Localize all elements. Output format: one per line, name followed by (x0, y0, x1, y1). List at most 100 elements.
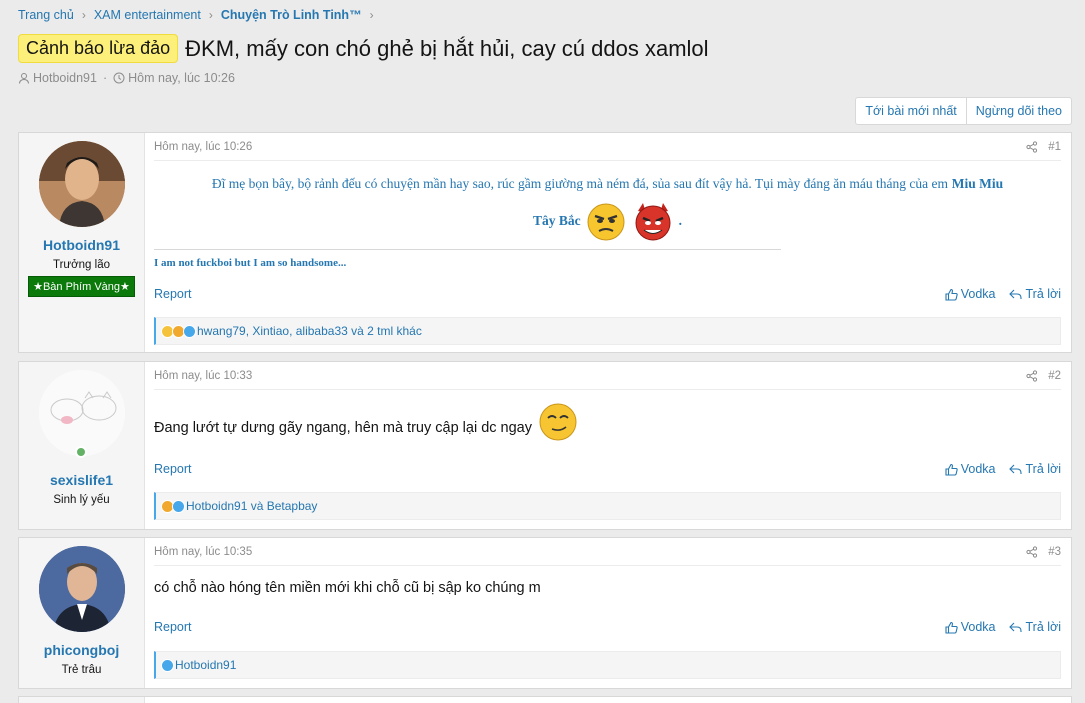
reply-button[interactable]: Trả lời (1009, 462, 1061, 476)
thumbs-up-icon (945, 288, 958, 301)
signature: I am not fuckboi but I am so handsome... (154, 257, 347, 269)
like-button[interactable]: Vodka (945, 620, 996, 634)
reply-button[interactable]: Trả lời (1009, 620, 1061, 634)
like-button[interactable]: Vodka (945, 287, 996, 301)
post-body: Đĩ mẹ bọn bây, bộ rảnh đếu có chuyện mần… (154, 161, 1061, 241)
post-actions: Report Vodka Trả lời (154, 287, 1061, 301)
post-timestamp[interactable]: Hôm nay, lúc 10:35 (154, 546, 252, 558)
post-body-period: . (678, 212, 682, 228)
post-main: Hôm nay, lúc 10:33 #2 Đang lướt tự dưng … (145, 362, 1071, 529)
post-user-panel: Hotboidn91 Trưởng lão ★Bàn Phím Vàng★ (19, 133, 145, 352)
thread-date: Hôm nay, lúc 10:26 (128, 71, 235, 85)
reply-button[interactable]: Trả lời (1009, 287, 1061, 301)
post-body: có chỗ nào hóng tên miền mới khi chỗ cũ … (154, 580, 1061, 596)
post-user-panel (19, 697, 145, 703)
user-title: Trẻ trâu (61, 664, 102, 676)
post-body-text: Đang lướt tự dưng gãy ngang, hên mà truy… (154, 420, 532, 436)
post-3: phicongboj Trẻ trâu Hôm nay, lúc 10:35 #… (18, 537, 1072, 689)
devil-smiley-icon (635, 202, 671, 241)
reactions-text: hwang79, Xintiao, alibaba33 và 2 tml khá… (197, 324, 422, 338)
post-header: Hôm nay, lúc 10:26 #1 (154, 133, 1061, 161)
share-icon[interactable] (1026, 140, 1038, 153)
share-icon[interactable] (1026, 369, 1038, 382)
breadcrumb-forum[interactable]: Chuyện Trò Linh Tinh™ (221, 8, 362, 22)
reactions-bar[interactable]: Hotboidn91 (154, 651, 1061, 679)
thread-author-link[interactable]: Hotboidn91 (33, 71, 97, 85)
thread-prefix-badge[interactable]: Cảnh báo lừa đảo (18, 34, 179, 63)
share-icon[interactable] (1026, 545, 1038, 558)
reactions-bar[interactable]: Hotboidn91 và Betapbay (154, 492, 1061, 520)
post-2: sexislife1 Sinh lý yếu Hôm nay, lúc 10:3… (18, 361, 1072, 530)
like-label: Vodka (960, 620, 996, 634)
like-label: Vodka (960, 287, 996, 301)
post-user-panel: sexislife1 Sinh lý yếu (19, 362, 145, 529)
like-reaction-icon (172, 499, 185, 513)
signature-divider (154, 249, 781, 250)
user-banner: ★Bàn Phím Vàng★ (28, 276, 135, 297)
post-body-line2: Tây Bắc . (154, 201, 1061, 241)
avatar-photo (38, 141, 125, 227)
reaction-icons (161, 658, 174, 672)
meta-separator: · (102, 71, 108, 85)
thread-title-row: Cảnh báo lừa đảo ĐKM, mấy con chó ghẻ bị… (18, 34, 709, 63)
post-header: Hôm nay, lúc 10:35 #3 (154, 538, 1061, 566)
reply-label: Trả lời (1025, 462, 1061, 476)
user-title: Sinh lý yếu (53, 494, 110, 506)
post-username[interactable]: Hotboidn91 (43, 237, 120, 253)
online-status-indicator (75, 446, 87, 458)
like-reaction-icon (161, 658, 174, 672)
user-icon (19, 73, 29, 84)
post-actions: Report Vodka Trả lời (154, 620, 1061, 634)
post-body: Đang lướt tự dưng gãy ngang, hên mà truy… (154, 402, 1061, 442)
reply-icon (1009, 464, 1023, 474)
like-label: Vodka (960, 462, 996, 476)
avatar-photo (38, 546, 125, 632)
clock-icon (113, 72, 125, 84)
post-timestamp[interactable]: Hôm nay, lúc 10:33 (154, 370, 252, 382)
reaction-icons (161, 324, 196, 338)
post-username[interactable]: sexislife1 (50, 472, 113, 488)
jump-to-latest-button[interactable]: Tới bài mới nhất (856, 98, 965, 124)
avatar[interactable] (38, 546, 125, 632)
post-timestamp[interactable]: Hôm nay, lúc 10:26 (154, 141, 252, 153)
post-4-partial (18, 696, 1072, 703)
post-number[interactable]: #3 (1048, 546, 1061, 558)
post-number[interactable]: #1 (1048, 141, 1061, 153)
page-title: ĐKM, mấy con chó ghẻ bị hắt hủi, cay cú … (185, 35, 709, 61)
unwatch-button[interactable]: Ngừng dõi theo (965, 98, 1071, 124)
like-reaction-icon (183, 324, 196, 338)
thumbs-up-icon (945, 621, 958, 634)
avatar-cat-drawing (38, 370, 125, 456)
post-header: Hôm nay, lúc 10:33 #2 (154, 362, 1061, 390)
reactions-bar[interactable]: hwang79, Xintiao, alibaba33 và 2 tml khá… (154, 317, 1061, 345)
report-button[interactable]: Report (154, 287, 192, 301)
thumbs-up-icon (945, 463, 958, 476)
reaction-icons (161, 499, 185, 513)
post-main: Hôm nay, lúc 10:35 #3 có chỗ nào hóng tê… (145, 538, 1071, 688)
report-button[interactable]: Report (154, 462, 192, 476)
post-actions: Report Vodka Trả lời (154, 462, 1061, 476)
smug-smiley-icon (539, 403, 577, 441)
post-body-text-2: Tây Bắc (532, 212, 581, 228)
post-main: Hôm nay, lúc 10:26 #1 Đĩ mẹ bọn bây, bộ … (145, 133, 1071, 352)
breadcrumb: Trang chủ › XAM entertainment › Chuyện T… (18, 8, 382, 22)
breadcrumb-xam-entertainment[interactable]: XAM entertainment (94, 8, 201, 22)
breadcrumb-home[interactable]: Trang chủ (18, 8, 74, 22)
reactions-text: Hotboidn91 và Betapbay (186, 499, 318, 513)
chevron-right-icon: › (81, 8, 86, 22)
post-username[interactable]: phicongboj (44, 642, 119, 658)
chevron-right-icon: › (208, 8, 213, 22)
thread-meta: Hotboidn91 · Hôm nay, lúc 10:26 (18, 71, 235, 85)
reactions-text: Hotboidn91 (175, 658, 237, 672)
like-button[interactable]: Vodka (945, 462, 996, 476)
chevron-right-icon: › (369, 8, 374, 22)
reply-icon (1009, 622, 1023, 632)
avatar[interactable] (38, 370, 125, 456)
post-number[interactable]: #2 (1048, 370, 1061, 382)
post-user-panel: phicongboj Trẻ trâu (19, 538, 145, 688)
user-title: Trưởng lão (52, 259, 110, 271)
post-body-text: Đĩ mẹ bọn bây, bộ rảnh đếu có chuyện mần… (211, 176, 948, 191)
report-button[interactable]: Report (154, 620, 192, 634)
avatar[interactable] (38, 141, 125, 227)
angry-smiley-icon (587, 203, 625, 241)
